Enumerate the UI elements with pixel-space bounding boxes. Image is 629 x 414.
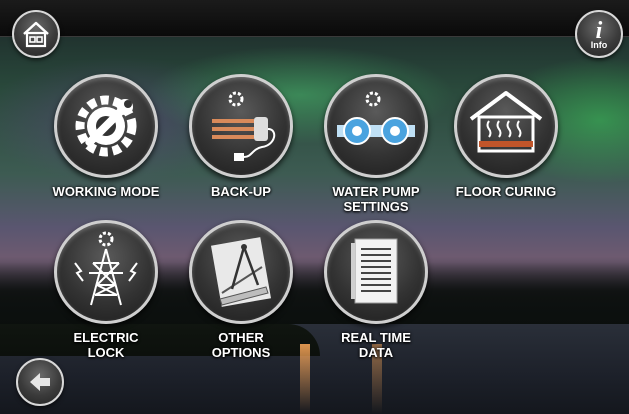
- water-pump-settings-label: WATER PUMP SETTINGS: [332, 184, 420, 214]
- back-up-label: BACK-UP: [211, 184, 271, 199]
- top-bar: [0, 0, 629, 37]
- back-up-button[interactable]: [189, 74, 293, 178]
- water-pump-settings-button[interactable]: [324, 74, 428, 178]
- electric-lock-label: ELECTRIC LOCK: [73, 330, 139, 360]
- floor-heating-house-icon: [469, 91, 543, 153]
- back-up-tile[interactable]: BACK-UP: [178, 74, 304, 199]
- electric-lock-tile[interactable]: ELECTRIC LOCK: [43, 220, 169, 360]
- working-mode-button[interactable]: [54, 74, 158, 178]
- water-pump-settings-tile[interactable]: WATER PUMP SETTINGS: [313, 74, 439, 214]
- home-button[interactable]: [12, 10, 60, 58]
- real-time-data-label: REAL TIME DATA: [341, 330, 411, 360]
- working-mode-tile[interactable]: WORKING MODE: [43, 74, 169, 199]
- left-arrow-icon: [30, 373, 50, 391]
- water-pump-icon: [337, 91, 415, 145]
- working-mode-label: WORKING MODE: [52, 184, 160, 199]
- electric-lock-button[interactable]: [54, 220, 158, 324]
- back-button[interactable]: [16, 358, 64, 406]
- heater-plug-icon: [212, 91, 276, 161]
- info-button[interactable]: i Info: [575, 10, 623, 58]
- home-icon: [23, 21, 49, 48]
- other-options-button[interactable]: [189, 220, 293, 324]
- drafting-tools-icon: [210, 237, 272, 307]
- data-sheet-icon: [351, 238, 398, 304]
- floor-curing-button[interactable]: [454, 74, 558, 178]
- real-time-data-tile[interactable]: REAL TIME DATA: [313, 220, 439, 360]
- floor-curing-tile[interactable]: FLOOR CURING: [443, 74, 569, 199]
- power-tower-icon: [74, 231, 138, 306]
- gear-wrench-icon: [75, 95, 137, 157]
- floor-curing-label: FLOOR CURING: [455, 184, 557, 199]
- screen: i Info WORKING MODE BACK-UP WATER PUMP S…: [0, 0, 629, 414]
- real-time-data-button[interactable]: [324, 220, 428, 324]
- other-options-label: OTHER OPTIONS: [211, 330, 271, 360]
- other-options-tile[interactable]: OTHER OPTIONS: [178, 220, 304, 360]
- info-label: Info: [590, 40, 608, 50]
